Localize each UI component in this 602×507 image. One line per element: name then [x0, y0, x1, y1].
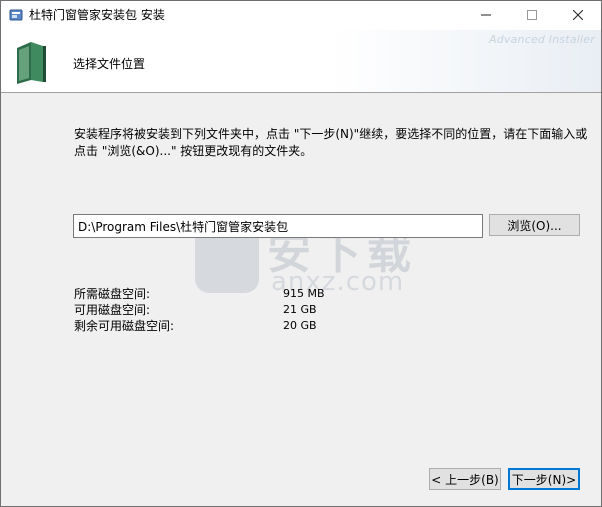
browse-button[interactable]: 浏览(O)...: [489, 214, 580, 236]
page-title: 选择文件位置: [73, 57, 146, 71]
folder-icon: [17, 42, 46, 84]
minimize-icon: [481, 9, 491, 23]
instructions-line-2: 点击 "浏览(&O)..." 按钮更改现有的文件夹。: [74, 144, 313, 158]
close-button[interactable]: [555, 1, 601, 30]
minimize-button[interactable]: [463, 1, 509, 30]
installer-app-icon: [9, 9, 23, 21]
disk-space-value: 20 GB: [283, 319, 317, 332]
installer-window: 杜特门窗管家安装包 安装 选择文件位置 Advanced Installer 安…: [0, 0, 602, 507]
disk-space-label: 可用磁盘空间:: [74, 303, 151, 317]
disk-space-label: 剩余可用磁盘空间:: [74, 319, 175, 333]
disk-space-label: 所需磁盘空间:: [74, 287, 151, 301]
disk-space-value: 915 MB: [283, 287, 325, 300]
instructions-text: 安装程序将被安装到下列文件夹中，点击 "下一步(N)"继续，要选择不同的位置，请…: [74, 126, 594, 160]
title-bar: 杜特门窗管家安装包 安装: [1, 1, 601, 30]
wizard-header: 选择文件位置 Advanced Installer: [1, 30, 601, 93]
close-icon: [572, 9, 584, 23]
instructions-line-1: 安装程序将被安装到下列文件夹中，点击 "下一步(N)"继续，要选择不同的位置，请…: [74, 127, 588, 141]
disk-space-value: 21 GB: [283, 303, 317, 316]
maximize-icon: [527, 9, 537, 23]
brand-label: Advanced Installer: [488, 33, 595, 46]
next-button[interactable]: 下一步(N)>: [508, 468, 580, 490]
install-path-input[interactable]: [73, 214, 483, 238]
maximize-button[interactable]: [509, 1, 555, 30]
back-button[interactable]: < 上一步(B): [429, 468, 501, 490]
window-title: 杜特门窗管家安装包 安装: [29, 8, 165, 22]
